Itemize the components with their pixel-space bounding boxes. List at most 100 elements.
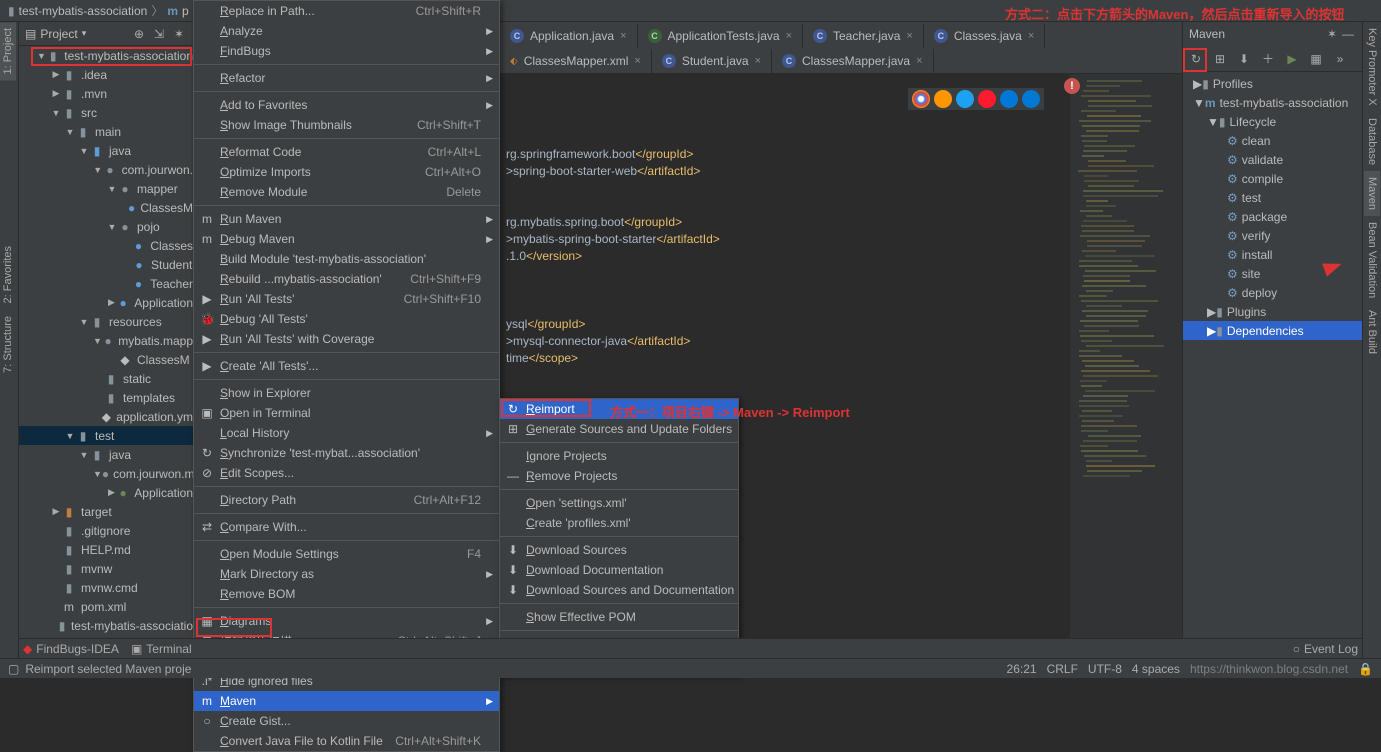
project-view-label[interactable]: Project — [40, 27, 77, 41]
tree-item[interactable]: ▼●com.jourwon.m — [19, 464, 193, 483]
menu-item[interactable]: Refactor▶ — [194, 68, 499, 88]
expand-arrow-icon[interactable]: ▼ — [79, 146, 89, 156]
menu-item[interactable]: ▶Run 'All Tests' with Coverage — [194, 329, 499, 349]
tree-item[interactable]: ▼▮java — [19, 445, 193, 464]
close-icon[interactable]: × — [634, 55, 640, 67]
indent[interactable]: 4 spaces — [1132, 662, 1180, 676]
tree-item[interactable]: ▼●com.jourwon. — [19, 160, 193, 179]
tree-item[interactable]: ▮static — [19, 369, 193, 388]
menu-item[interactable]: Create 'profiles.xml' — [500, 513, 738, 533]
ie-icon[interactable] — [1000, 90, 1018, 108]
tree-item[interactable]: ▮mvnw — [19, 559, 193, 578]
maven-tree-item[interactable]: ▶▮Profiles — [1183, 74, 1362, 93]
close-icon[interactable]: × — [906, 30, 912, 42]
menu-item[interactable]: ▦Diagrams▶ — [194, 611, 499, 631]
menu-item[interactable]: Show Image ThumbnailsCtrl+Shift+T — [194, 115, 499, 135]
tree-item[interactable]: ▼▮java — [19, 141, 193, 160]
menu-item[interactable]: FindBugs▶ — [194, 41, 499, 61]
right-tab-bean[interactable]: Bean Validation — [1364, 216, 1380, 304]
tree-item[interactable]: ●Classes — [19, 236, 193, 255]
menu-item[interactable]: Remove ModuleDelete — [194, 182, 499, 202]
menu-item[interactable]: Mark Directory as▶ — [194, 564, 499, 584]
editor-tab[interactable]: CApplicationTests.java× — [638, 24, 804, 48]
gear-icon[interactable]: ✶ — [1324, 26, 1340, 42]
maven-tree-item[interactable]: ⚙clean — [1183, 131, 1362, 150]
expand-arrow-icon[interactable]: ▼ — [107, 222, 117, 232]
editor-tab[interactable]: CApplication.java× — [500, 24, 638, 48]
tree-item[interactable]: ◆ClassesM — [19, 350, 193, 369]
tree-item[interactable]: mpom.xml — [19, 597, 193, 616]
expand-arrow-icon[interactable]: ▼ — [1207, 115, 1219, 129]
maven-tree-item[interactable]: ⚙verify — [1183, 226, 1362, 245]
expand-arrow-icon[interactable]: ▼ — [65, 127, 75, 137]
maven-tree-item[interactable]: ▶▮Plugins — [1183, 302, 1362, 321]
tree-item[interactable]: ●Student — [19, 255, 193, 274]
expand-arrow-icon[interactable]: ▶ — [51, 506, 61, 517]
menu-item[interactable]: ↻Synchronize 'test-mybat...association' — [194, 443, 499, 463]
menu-item[interactable]: Rebuild ...mybatis-association'Ctrl+Shif… — [194, 269, 499, 289]
left-tab-structure[interactable]: 7: Structure — [0, 310, 16, 379]
encoding[interactable]: UTF-8 — [1088, 662, 1122, 676]
menu-item[interactable]: Directory PathCtrl+Alt+F12 — [194, 490, 499, 510]
expand-arrow-icon[interactable]: ▼ — [93, 336, 102, 346]
expand-arrow-icon[interactable]: ▼ — [93, 469, 102, 479]
terminal-tab[interactable]: ▣Terminal — [131, 642, 192, 656]
expand-arrow-icon[interactable]: ▼ — [65, 431, 75, 441]
tree-item[interactable]: ▼●pojo — [19, 217, 193, 236]
menu-item[interactable]: Show Effective POM — [500, 607, 738, 627]
add-button[interactable]: ＋ — [1257, 48, 1279, 70]
close-icon[interactable]: × — [786, 30, 792, 42]
editor-tab[interactable]: CStudent.java× — [652, 49, 772, 73]
menu-item[interactable]: ▶Run 'All Tests'Ctrl+Shift+F10 — [194, 289, 499, 309]
tree-item[interactable]: ▮test-mybatis-associatio — [19, 616, 193, 635]
tree-item[interactable]: ◆application.ym — [19, 407, 193, 426]
menu-item[interactable]: Open 'settings.xml' — [500, 493, 738, 513]
maven-tree-item[interactable]: ⚙compile — [1183, 169, 1362, 188]
tree-item[interactable]: ▶▮.idea — [19, 65, 193, 84]
close-icon[interactable]: × — [1028, 30, 1034, 42]
tree-item[interactable]: ▮.gitignore — [19, 521, 193, 540]
tree-item[interactable]: ▮templates — [19, 388, 193, 407]
locate-icon[interactable]: ⊕ — [131, 26, 147, 42]
minimize-icon[interactable]: — — [1340, 26, 1356, 42]
expand-arrow-icon[interactable]: ▼ — [107, 184, 117, 194]
expand-arrow-icon[interactable]: ▼ — [37, 51, 46, 61]
left-tab-project[interactable]: 1: Project — [0, 22, 16, 80]
right-tab-keypromoter[interactable]: Key Promoter X — [1364, 22, 1380, 112]
maven-tree-item[interactable]: ⚙deploy — [1183, 283, 1362, 302]
tree-item[interactable]: ●Teacher — [19, 274, 193, 293]
menu-item[interactable]: Reformat CodeCtrl+Alt+L — [194, 142, 499, 162]
menu-item[interactable]: Analyze▶ — [194, 21, 499, 41]
expand-arrow-icon[interactable]: ▼ — [1193, 96, 1205, 110]
close-icon[interactable]: × — [755, 55, 761, 67]
editor-tab[interactable]: CClasses.java× — [924, 24, 1045, 48]
collapse-icon[interactable]: ⇲ — [151, 26, 167, 42]
event-log-tab[interactable]: ○Event Log — [1293, 642, 1358, 656]
chrome-icon[interactable] — [912, 90, 930, 108]
tree-item[interactable]: ▶●Application — [19, 483, 193, 502]
menu-item[interactable]: ▣Open in Terminal — [194, 403, 499, 423]
maven-tree-item[interactable]: ⚙test — [1183, 188, 1362, 207]
expand-arrow-icon[interactable]: ▶ — [1207, 305, 1216, 319]
tree-item[interactable]: ▶▮target — [19, 502, 193, 521]
tree-item[interactable]: ▼▮src — [19, 103, 193, 122]
menu-item[interactable]: Build Module 'test-mybatis-association' — [194, 249, 499, 269]
safari-icon[interactable] — [956, 90, 974, 108]
menu-item[interactable]: Add to Favorites▶ — [194, 95, 499, 115]
tree-item[interactable]: ▶●Application — [19, 293, 193, 312]
menu-item[interactable]: mMaven▶ — [194, 691, 499, 711]
breadcrumb-file[interactable]: p — [182, 4, 189, 18]
menu-item[interactable]: mRun Maven▶ — [194, 209, 499, 229]
menu-item[interactable]: ⬇Download Documentation — [500, 560, 738, 580]
run-button[interactable]: ▶ — [1281, 48, 1303, 70]
settings-icon[interactable]: ✶ — [171, 26, 187, 42]
close-icon[interactable]: × — [916, 55, 922, 67]
tree-item[interactable]: ▼▮test — [19, 426, 193, 445]
menu-item[interactable]: Open Module SettingsF4 — [194, 544, 499, 564]
menu-item[interactable]: 🐞Debug 'All Tests' — [194, 309, 499, 329]
firefox-icon[interactable] — [934, 90, 952, 108]
menu-item[interactable]: ▶Create 'All Tests'... — [194, 356, 499, 376]
tree-item[interactable]: ▼●mapper — [19, 179, 193, 198]
line-separator[interactable]: CRLF — [1047, 662, 1078, 676]
menu-item[interactable]: ⇄Compare With... — [194, 517, 499, 537]
